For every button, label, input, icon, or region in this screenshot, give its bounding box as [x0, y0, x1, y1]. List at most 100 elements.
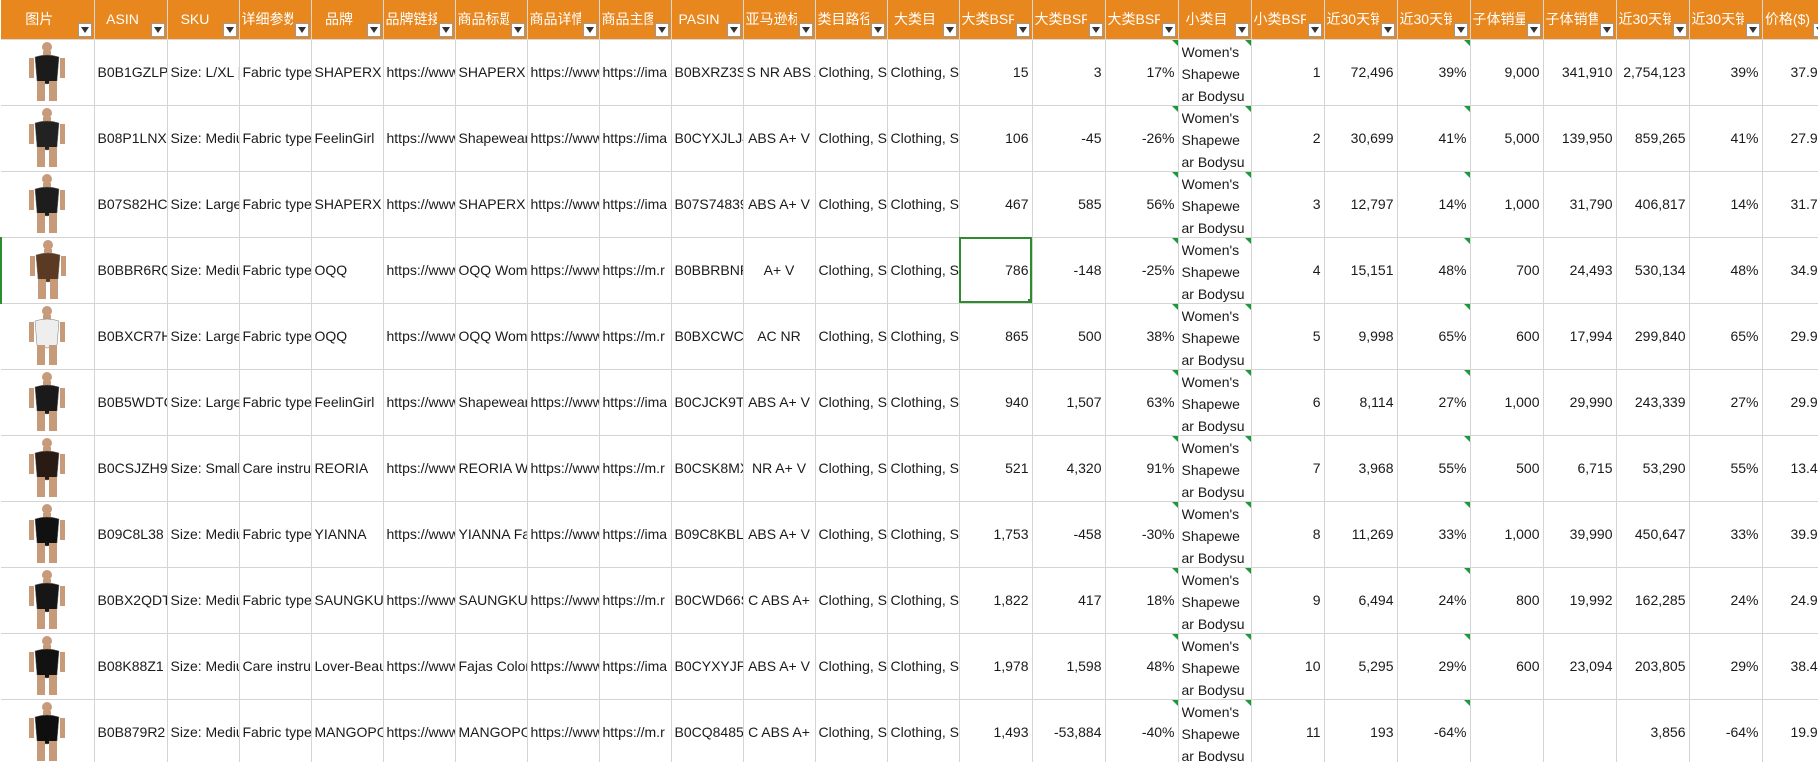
cell-badges[interactable]: C ABS A+: [743, 567, 816, 634]
cell-pasin[interactable]: B07S74839: [671, 171, 744, 238]
cell-path[interactable]: Clothing, S: [815, 435, 888, 502]
filter-dropdown-icon[interactable]: [1453, 22, 1468, 37]
cell-bsr_inc[interactable]: 1,598: [1032, 633, 1106, 700]
filter-dropdown-icon[interactable]: [726, 22, 741, 37]
cell-rev30[interactable]: 243,339: [1616, 369, 1690, 436]
cell-sales_rate[interactable]: 41%: [1397, 105, 1471, 172]
filter-dropdown-icon[interactable]: [1745, 22, 1760, 37]
cell-rev_rate[interactable]: 33%: [1689, 501, 1763, 568]
cell-brand_link[interactable]: https://www: [383, 501, 456, 568]
cell-child_sales[interactable]: 600: [1470, 303, 1544, 370]
column-header-18[interactable]: 近30天销量: [1324, 0, 1398, 40]
cell-sku[interactable]: Size: Large: [167, 369, 240, 436]
cell-bsr_inc[interactable]: -45: [1032, 105, 1106, 172]
cell-brand_link[interactable]: https://www: [383, 699, 456, 762]
cell-detail_link[interactable]: https://www: [527, 567, 600, 634]
cell-title[interactable]: SHAPERX Bo: [455, 39, 528, 106]
cell-rev30[interactable]: 203,805: [1616, 633, 1690, 700]
cell-child_rev[interactable]: 341,910: [1543, 39, 1617, 106]
cell-rev_rate[interactable]: -64%: [1689, 699, 1763, 762]
cell-title[interactable]: Fajas Color: [455, 633, 528, 700]
cell-bsr_inc[interactable]: -458: [1032, 501, 1106, 568]
cell-cat[interactable]: Clothing, S: [887, 435, 960, 502]
cell-child_sales[interactable]: [1470, 699, 1544, 762]
cell-child_sales[interactable]: 1,000: [1470, 171, 1544, 238]
cell-sku[interactable]: Size: Mediu: [167, 237, 240, 304]
cell-subcat[interactable]: Women's Shapewear Bodysuits: [1178, 633, 1252, 700]
cell-detail_link[interactable]: https://www: [527, 303, 600, 370]
cell-bsr[interactable]: 1,493: [959, 699, 1033, 762]
cell-bsr_rate[interactable]: -25%: [1105, 237, 1179, 304]
cell-pasin[interactable]: B0CQ8485: [671, 699, 744, 762]
cell-asin[interactable]: B0B5WDTC: [94, 369, 168, 436]
cell-brand_link[interactable]: https://www: [383, 369, 456, 436]
cell-subcat[interactable]: Women's Shapewear Bodysuits: [1178, 501, 1252, 568]
cell-child_rev[interactable]: 24,493: [1543, 237, 1617, 304]
cell-bsr_rate[interactable]: 17%: [1105, 39, 1179, 106]
cell-brand[interactable]: OQQ: [311, 237, 384, 304]
product-image-cell[interactable]: [1, 171, 95, 238]
cell-sub_bsr[interactable]: 8: [1251, 501, 1325, 568]
filter-dropdown-icon[interactable]: [1599, 22, 1614, 37]
cell-subcat[interactable]: Women's Shapewear Bodysuits: [1178, 237, 1252, 304]
cell-asin[interactable]: B08K88Z1: [94, 633, 168, 700]
cell-bsr[interactable]: 15: [959, 39, 1033, 106]
filter-dropdown-icon[interactable]: [150, 22, 165, 37]
cell-title[interactable]: OQQ Wome: [455, 303, 528, 370]
cell-rev30[interactable]: 53,290: [1616, 435, 1690, 502]
cell-sub_bsr[interactable]: 5: [1251, 303, 1325, 370]
cell-detail_link[interactable]: https://www: [527, 237, 600, 304]
cell-main_img[interactable]: https://m.r: [599, 567, 672, 634]
cell-asin[interactable]: B0BBR6RQ: [94, 237, 168, 304]
cell-sales30[interactable]: 72,496: [1324, 39, 1398, 106]
cell-brand[interactable]: MANGOPOP: [311, 699, 384, 762]
product-image-cell[interactable]: [1, 39, 95, 106]
column-header-14[interactable]: 大类BSR增长数: [1032, 0, 1106, 40]
cell-detail_link[interactable]: https://www: [527, 39, 600, 106]
cell-badges[interactable]: A+ V: [743, 237, 816, 304]
cell-rev_rate[interactable]: 29%: [1689, 633, 1763, 700]
cell-price[interactable]: 29.99: [1762, 303, 1818, 370]
product-image-cell[interactable]: [1, 501, 95, 568]
cell-bsr_rate[interactable]: 63%: [1105, 369, 1179, 436]
cell-pasin[interactable]: B09C8KBL: [671, 501, 744, 568]
cell-rev_rate[interactable]: 41%: [1689, 105, 1763, 172]
cell-subcat[interactable]: Women's Shapewear Bodysuits: [1178, 699, 1252, 762]
cell-bsr[interactable]: 1,822: [959, 567, 1033, 634]
cell-detail_link[interactable]: https://www: [527, 171, 600, 238]
cell-child_sales[interactable]: 600: [1470, 633, 1544, 700]
cell-bsr_inc[interactable]: 585: [1032, 171, 1106, 238]
cell-sales_rate[interactable]: 65%: [1397, 303, 1471, 370]
cell-sku[interactable]: Size: Mediu: [167, 501, 240, 568]
cell-sub_bsr[interactable]: 2: [1251, 105, 1325, 172]
cell-params[interactable]: Fabric type: [239, 105, 312, 172]
cell-path[interactable]: Clothing, S: [815, 303, 888, 370]
product-image-cell[interactable]: [1, 435, 95, 502]
column-header-17[interactable]: 小类BSR: [1251, 0, 1325, 40]
cell-cat[interactable]: Clothing, S: [887, 501, 960, 568]
cell-params[interactable]: Fabric type: [239, 567, 312, 634]
cell-badges[interactable]: ABS A+ V: [743, 633, 816, 700]
filter-dropdown-icon[interactable]: [1161, 22, 1176, 37]
cell-bsr[interactable]: 106: [959, 105, 1033, 172]
cell-badges[interactable]: ABS A+ V: [743, 171, 816, 238]
cell-rev30[interactable]: 3,856: [1616, 699, 1690, 762]
cell-badges[interactable]: ABS A+ V: [743, 105, 816, 172]
cell-rev_rate[interactable]: 27%: [1689, 369, 1763, 436]
cell-main_img[interactable]: https://ima: [599, 39, 672, 106]
cell-child_sales[interactable]: 800: [1470, 567, 1544, 634]
cell-subcat[interactable]: Women's Shapewear Bodysuits: [1178, 303, 1252, 370]
cell-rev30[interactable]: 450,647: [1616, 501, 1690, 568]
cell-subcat[interactable]: Women's Shapewear Bodysuits: [1178, 369, 1252, 436]
cell-sku[interactable]: Size: Large: [167, 303, 240, 370]
cell-rev_rate[interactable]: 39%: [1689, 39, 1763, 106]
cell-subcat[interactable]: Women's Shapewear Bodysuits: [1178, 105, 1252, 172]
cell-brand[interactable]: SHAPERX: [311, 39, 384, 106]
cell-params[interactable]: Fabric type: [239, 171, 312, 238]
cell-asin[interactable]: B0CSJZH92: [94, 435, 168, 502]
cell-path[interactable]: Clothing, S: [815, 567, 888, 634]
cell-child_rev[interactable]: [1543, 699, 1617, 762]
cell-child_sales[interactable]: 9,000: [1470, 39, 1544, 106]
cell-rev_rate[interactable]: 65%: [1689, 303, 1763, 370]
cell-bsr_inc[interactable]: 3: [1032, 39, 1106, 106]
